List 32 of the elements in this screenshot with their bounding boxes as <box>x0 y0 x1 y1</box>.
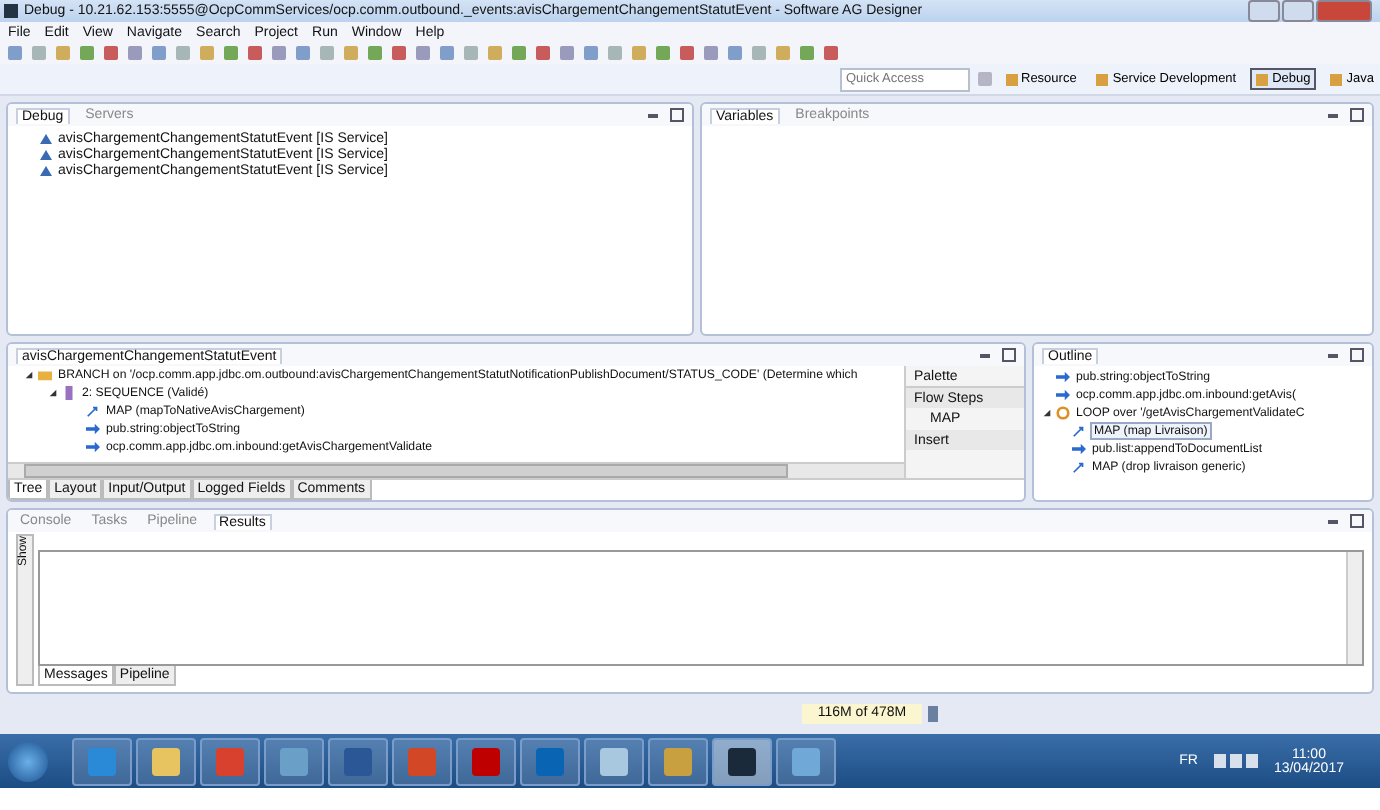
maximize-icon[interactable] <box>1002 348 1016 362</box>
invoke-step-icon <box>1072 442 1086 456</box>
map-step-icon <box>1072 424 1086 438</box>
branch-step-icon <box>38 368 52 382</box>
minimize-icon[interactable] <box>1328 519 1338 523</box>
loop-step-icon <box>1056 406 1070 420</box>
start-button[interactable] <box>8 741 48 781</box>
expand-arrow-icon[interactable] <box>24 370 34 380</box>
app-icon <box>4 4 18 18</box>
expand-arrow-icon[interactable] <box>1042 408 1052 418</box>
horizontal-scrollbar[interactable] <box>8 462 904 478</box>
maximize-icon[interactable] <box>1350 514 1364 528</box>
minimize-icon[interactable] <box>1328 353 1338 357</box>
maximize-icon[interactable] <box>1350 348 1364 362</box>
taskbar-button[interactable] <box>584 737 644 785</box>
maximize-icon[interactable] <box>1350 108 1364 122</box>
taskbar-button[interactable] <box>712 737 772 785</box>
garbage-collect-icon[interactable] <box>928 706 938 722</box>
map-step-icon <box>1072 460 1086 474</box>
close-button[interactable] <box>1316 0 1372 22</box>
sequence-step-icon <box>62 386 76 400</box>
taskbar-button[interactable] <box>136 737 196 785</box>
maximize-icon[interactable] <box>670 108 684 122</box>
minimize-button[interactable] <box>1248 0 1280 22</box>
minimize-icon[interactable] <box>1328 113 1338 117</box>
maximize-button[interactable] <box>1282 0 1314 22</box>
open-perspective-icon[interactable] <box>978 72 991 86</box>
minimize-icon[interactable] <box>648 113 658 117</box>
minimize-icon[interactable] <box>980 353 990 357</box>
vertical-scrollbar[interactable] <box>1346 552 1362 664</box>
expand-arrow-icon[interactable] <box>48 388 58 398</box>
map-step-icon <box>86 404 100 418</box>
